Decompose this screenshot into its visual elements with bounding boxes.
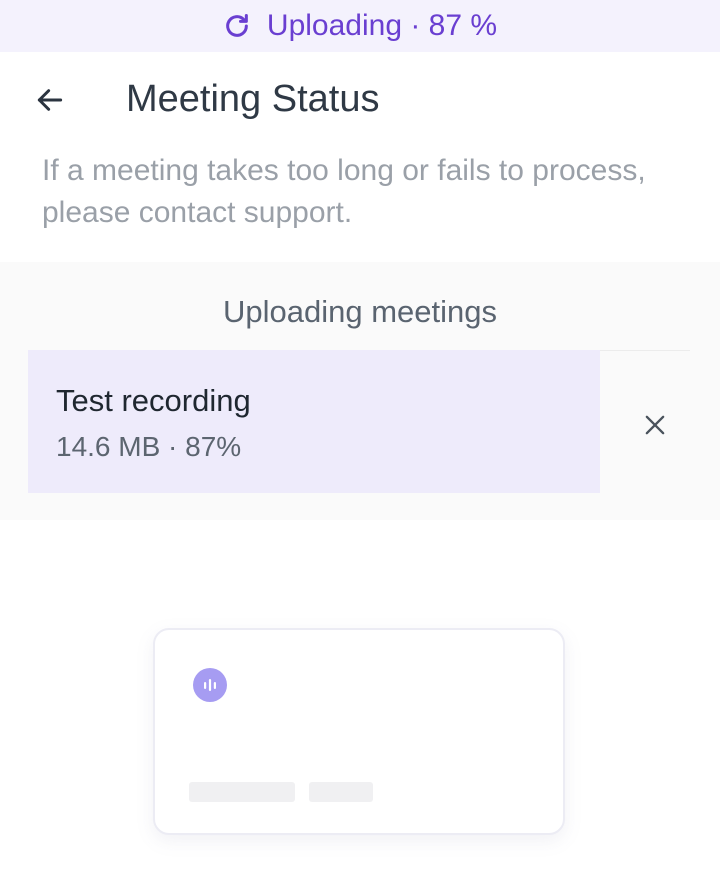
cancel-upload-button[interactable] xyxy=(630,402,680,452)
upload-status-text: Uploading · 87 % xyxy=(266,9,498,42)
refresh-icon xyxy=(223,12,251,40)
upload-status-banner: Uploading · 87 % xyxy=(0,0,720,52)
uploading-meetings-section: Uploading meetings Test recording 14.6 M… xyxy=(0,262,720,520)
close-icon xyxy=(641,411,669,444)
audio-wave-icon xyxy=(193,668,227,702)
support-hint-text: If a meeting takes too long or fails to … xyxy=(42,154,646,229)
skeleton-line xyxy=(189,782,295,802)
page-title: Meeting Status xyxy=(126,78,380,120)
uploading-meeting-item[interactable]: Test recording 14.6 MB · 87% xyxy=(28,350,600,493)
meeting-size-progress: 14.6 MB · 87% xyxy=(56,431,242,462)
arrow-left-icon xyxy=(34,84,66,121)
section-title: Uploading meetings xyxy=(222,294,497,329)
page-header: Meeting Status xyxy=(0,52,720,152)
back-button[interactable] xyxy=(30,82,70,122)
meeting-name: Test recording xyxy=(56,383,251,418)
empty-state-illustration xyxy=(153,628,565,835)
skeleton-line xyxy=(309,782,373,802)
